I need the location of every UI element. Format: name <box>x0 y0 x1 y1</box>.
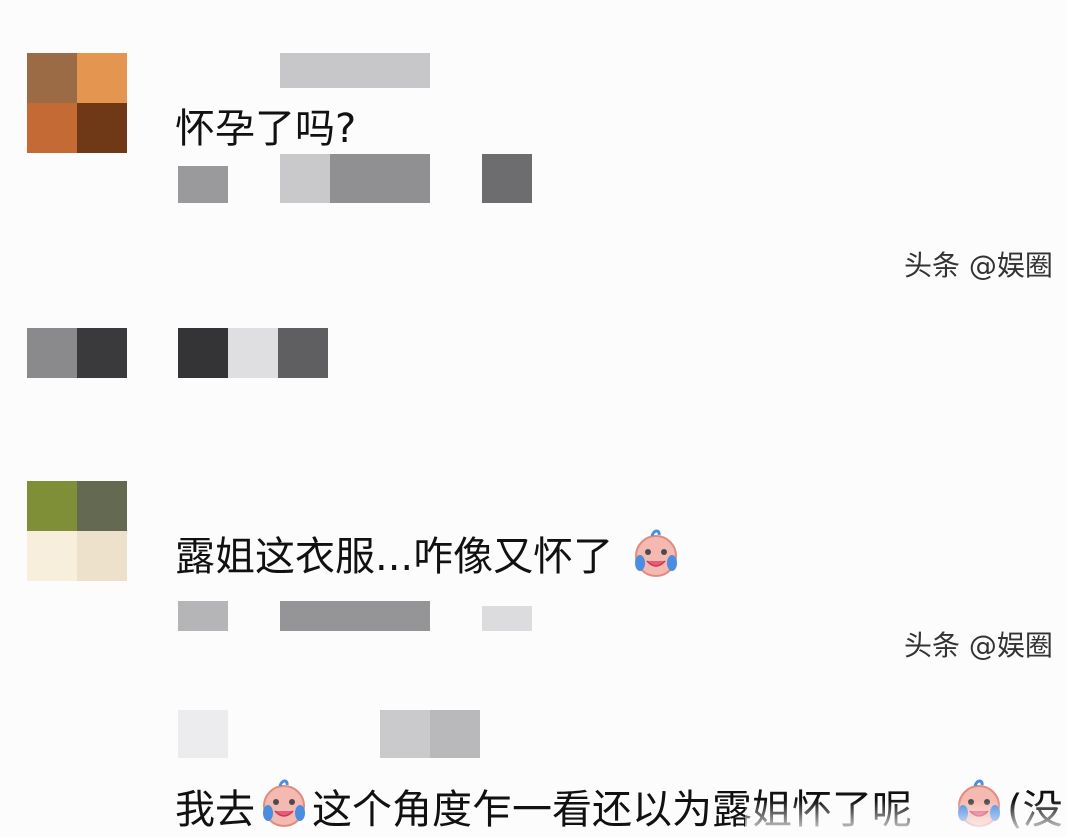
avatar[interactable] <box>27 481 127 581</box>
username-redacted[interactable] <box>280 53 430 88</box>
redacted-meta-block <box>482 606 532 631</box>
redacted-meta-block <box>77 328 127 378</box>
avatar-pixel <box>77 103 127 153</box>
redacted-meta-block <box>278 328 328 378</box>
watermark-text: 头条 @娱圈 <box>904 629 1053 662</box>
crying-laughing-baby-icon <box>958 779 1000 827</box>
redacted-meta-block <box>178 166 228 203</box>
crying-laughing-baby-icon <box>635 529 677 577</box>
avatar[interactable] <box>27 53 127 153</box>
watermark-text: 头条 @娱圈 <box>904 249 1053 282</box>
comment-text: 露姐这衣服...咋像又怀了 <box>175 534 614 580</box>
redacted-meta-block <box>430 710 480 758</box>
redacted-meta-block <box>27 328 77 378</box>
avatar-pixel <box>27 531 77 581</box>
avatar-pixel <box>77 481 127 531</box>
avatar-pixel <box>27 53 77 103</box>
avatar-pixel <box>77 53 127 103</box>
comment-text-part: 我去 <box>175 787 255 833</box>
comment-screenshot: 怀孕了吗? 头条 @娱圈 露姐这衣服...咋像又怀了 头条 @娱圈 我去 这个角… <box>0 0 1066 837</box>
avatar-pixel <box>27 481 77 531</box>
redacted-meta-block <box>482 154 532 203</box>
redacted-meta-block <box>228 328 278 378</box>
comment-text-part: (没 <box>1007 787 1063 833</box>
redacted-meta-block <box>280 601 430 631</box>
redacted-meta-block <box>330 154 430 203</box>
crying-laughing-baby-icon <box>263 779 305 827</box>
redacted-meta-block <box>380 710 430 758</box>
avatar-pixel <box>77 531 127 581</box>
comment-text-part: 这个角度乍一看还以为露姐怀了呢 <box>312 787 912 833</box>
comment-text: 怀孕了吗? <box>175 106 357 152</box>
redacted-meta-block <box>280 154 330 203</box>
redacted-meta-block <box>178 601 228 631</box>
avatar-pixel <box>27 103 77 153</box>
redacted-meta-block <box>178 328 228 378</box>
redacted-meta-block <box>178 710 228 758</box>
